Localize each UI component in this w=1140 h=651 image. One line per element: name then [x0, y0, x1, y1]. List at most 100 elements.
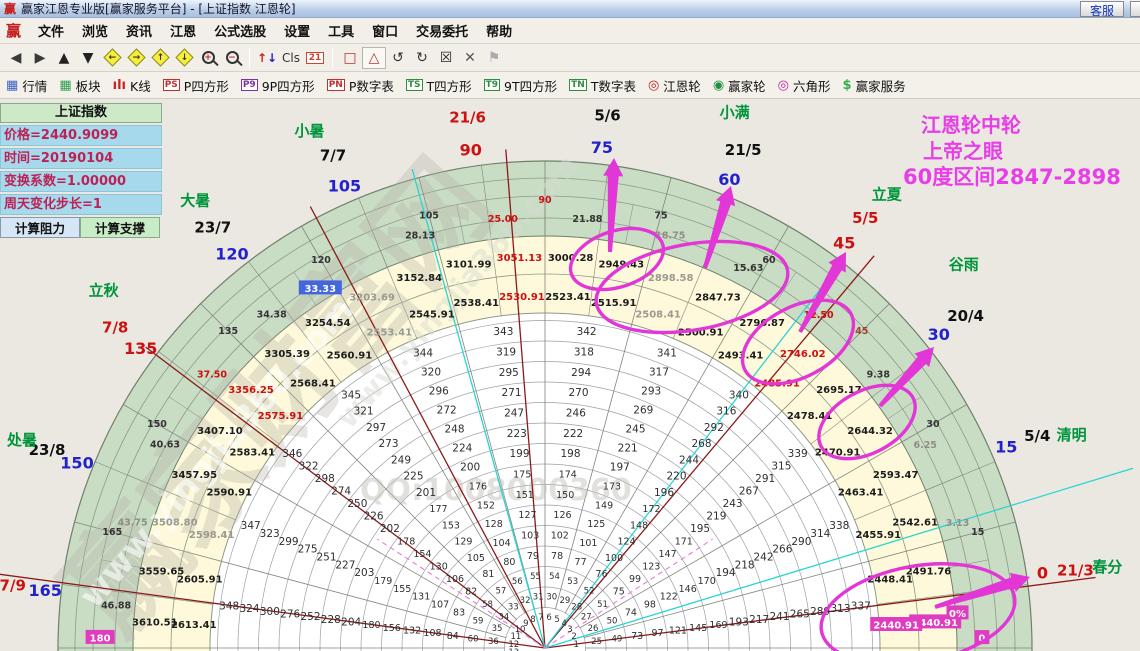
rotate-ccw-icon[interactable]: ↺: [386, 47, 410, 69]
toolbar-item-t-square[interactable]: TS T四方形: [405, 76, 472, 95]
toolbar-item-9t-square[interactable]: T9 9T四方形: [483, 76, 557, 95]
menu-item-帮助[interactable]: 帮助: [477, 25, 521, 40]
sort-updown-icon[interactable]: ↑ ↓: [255, 47, 279, 69]
toolbar-item-winner-wheel[interactable]: ◉ 赢家轮: [713, 76, 766, 95]
svg-text:124: 124: [618, 537, 636, 548]
9p-square-label: 9P四方形: [261, 78, 315, 94]
svg-text:8: 8: [530, 615, 535, 625]
toolbar-item-p-table[interactable]: PN P数字表: [326, 76, 394, 95]
boxed-x-icon[interactable]: ☒: [434, 47, 458, 69]
svg-text:153: 153: [442, 520, 460, 531]
shift-up-icon[interactable]: ↑: [148, 47, 172, 69]
svg-text:54: 54: [549, 572, 560, 582]
gann-wheel-icon: ◎: [647, 77, 660, 93]
svg-text:108: 108: [423, 628, 441, 639]
svg-text:125: 125: [587, 519, 605, 530]
toolbar-item-winner-service[interactable]: $ 赢家服务: [843, 76, 906, 95]
calc-support-button[interactable]: 计算支撑: [80, 217, 160, 238]
svg-text:218: 218: [735, 559, 755, 571]
svg-text:2493.41: 2493.41: [718, 350, 764, 361]
svg-text:274: 274: [331, 486, 351, 498]
svg-text:271: 271: [501, 387, 521, 399]
collapse-icon[interactable]: ✕: [458, 47, 482, 69]
calc-resistance-button[interactable]: 计算阻力: [0, 217, 80, 238]
kline-icon: ılı: [112, 77, 126, 93]
toolbar-item-9p-square[interactable]: P9 9P四方形: [240, 76, 315, 95]
svg-text:267: 267: [739, 486, 759, 498]
zoom-out-icon[interactable]: −: [220, 47, 244, 69]
shift-left-icon[interactable]: ←: [100, 47, 124, 69]
svg-text:242: 242: [753, 552, 773, 564]
svg-text:2538.41: 2538.41: [454, 298, 500, 309]
forward-icon[interactable]: ▶: [28, 47, 52, 69]
svg-text:37.50: 37.50: [197, 369, 227, 380]
menu-item-江恩[interactable]: 江恩: [161, 25, 205, 40]
cls-button[interactable]: Cls: [279, 47, 303, 69]
svg-text:150: 150: [147, 419, 167, 430]
svg-text:31: 31: [533, 592, 544, 602]
svg-text:QQ:1008000360: QQ:1008000360: [360, 473, 632, 508]
svg-text:98: 98: [644, 600, 656, 611]
svg-text:45: 45: [855, 326, 868, 337]
svg-text:345: 345: [341, 389, 361, 401]
calendar-icon[interactable]: 21: [303, 47, 327, 69]
toolbar-item-kline[interactable]: ılı K线: [113, 76, 151, 95]
svg-text:194: 194: [716, 567, 736, 579]
menu-item-公式选股[interactable]: 公式选股: [205, 25, 275, 40]
svg-text:76: 76: [596, 569, 608, 580]
zoom-in-icon[interactable]: +: [196, 47, 220, 69]
step-value: 周天变化步长=1: [0, 194, 162, 215]
t-table-label: T数字表: [590, 78, 636, 94]
menu-item-窗口[interactable]: 窗口: [363, 25, 407, 40]
svg-text:清明: 清明: [1057, 426, 1087, 444]
svg-text:152: 152: [477, 500, 495, 511]
forum-button[interactable]: 论坛: [1130, 1, 1140, 18]
svg-text:276: 276: [280, 609, 300, 621]
menu-item-浏览[interactable]: 浏览: [73, 25, 117, 40]
svg-text:156: 156: [383, 623, 401, 634]
shift-right-icon[interactable]: →: [124, 47, 148, 69]
gann-annotation: 江恩轮中轮 上帝之眼 60度区间2847-2898: [903, 112, 1121, 190]
svg-text:21/5: 21/5: [725, 141, 762, 159]
menu-item-资讯[interactable]: 资讯: [117, 25, 161, 40]
svg-text:107: 107: [431, 600, 449, 611]
rotate-up-icon[interactable]: ▲: [52, 47, 76, 69]
rotate-down-icon[interactable]: ▼: [76, 47, 100, 69]
toolbar-item-quotes[interactable]: ▦ 行情: [6, 76, 47, 95]
toolbar-item-gann-wheel[interactable]: ◎ 江恩轮: [648, 76, 701, 95]
back-icon[interactable]: ◀: [4, 47, 28, 69]
svg-text:2523.41: 2523.41: [545, 292, 591, 303]
svg-text:36: 36: [488, 637, 499, 647]
svg-text:立夏: 立夏: [872, 185, 903, 203]
quotes-label: 行情: [22, 78, 48, 94]
svg-text:219: 219: [706, 511, 726, 523]
triangle-tool-icon[interactable]: △: [362, 46, 386, 69]
svg-text:171: 171: [675, 537, 693, 548]
svg-text:3508.80: 3508.80: [152, 517, 198, 528]
menu-item-交易委托[interactable]: 交易委托: [407, 25, 477, 40]
menu-item-设置[interactable]: 设置: [275, 25, 319, 40]
pin-icon[interactable]: ⚑: [482, 47, 506, 69]
toolbar-item-p-square[interactable]: PS P四方形: [162, 76, 229, 95]
svg-text:21/6: 21/6: [449, 109, 486, 127]
toolbar-item-hexagon[interactable]: ◎ 六角形: [778, 76, 831, 95]
svg-text:3101.99: 3101.99: [446, 260, 492, 271]
toolbar-item-t-table[interactable]: TN T数字表: [569, 76, 636, 95]
svg-text:60: 60: [468, 635, 479, 645]
rotate-cw-icon[interactable]: ↻: [410, 47, 434, 69]
menu-item-文件[interactable]: 文件: [29, 25, 73, 40]
menu-item-工具[interactable]: 工具: [319, 25, 363, 40]
svg-text:244: 244: [679, 454, 699, 466]
svg-text:292: 292: [704, 422, 724, 434]
svg-text:6: 6: [546, 613, 551, 623]
shift-down-icon[interactable]: ↓: [172, 47, 196, 69]
svg-text:296: 296: [429, 386, 449, 398]
svg-text:123: 123: [642, 561, 660, 572]
svg-text:5/5: 5/5: [852, 209, 878, 227]
customer-service-button[interactable]: 客服: [1080, 1, 1124, 18]
toolbar-item-sectors[interactable]: ▦ 板块: [59, 76, 100, 95]
svg-text:224: 224: [452, 442, 472, 454]
svg-text:40.63: 40.63: [150, 440, 180, 451]
square-tool-icon[interactable]: □: [338, 47, 362, 69]
svg-text:75: 75: [654, 210, 667, 221]
